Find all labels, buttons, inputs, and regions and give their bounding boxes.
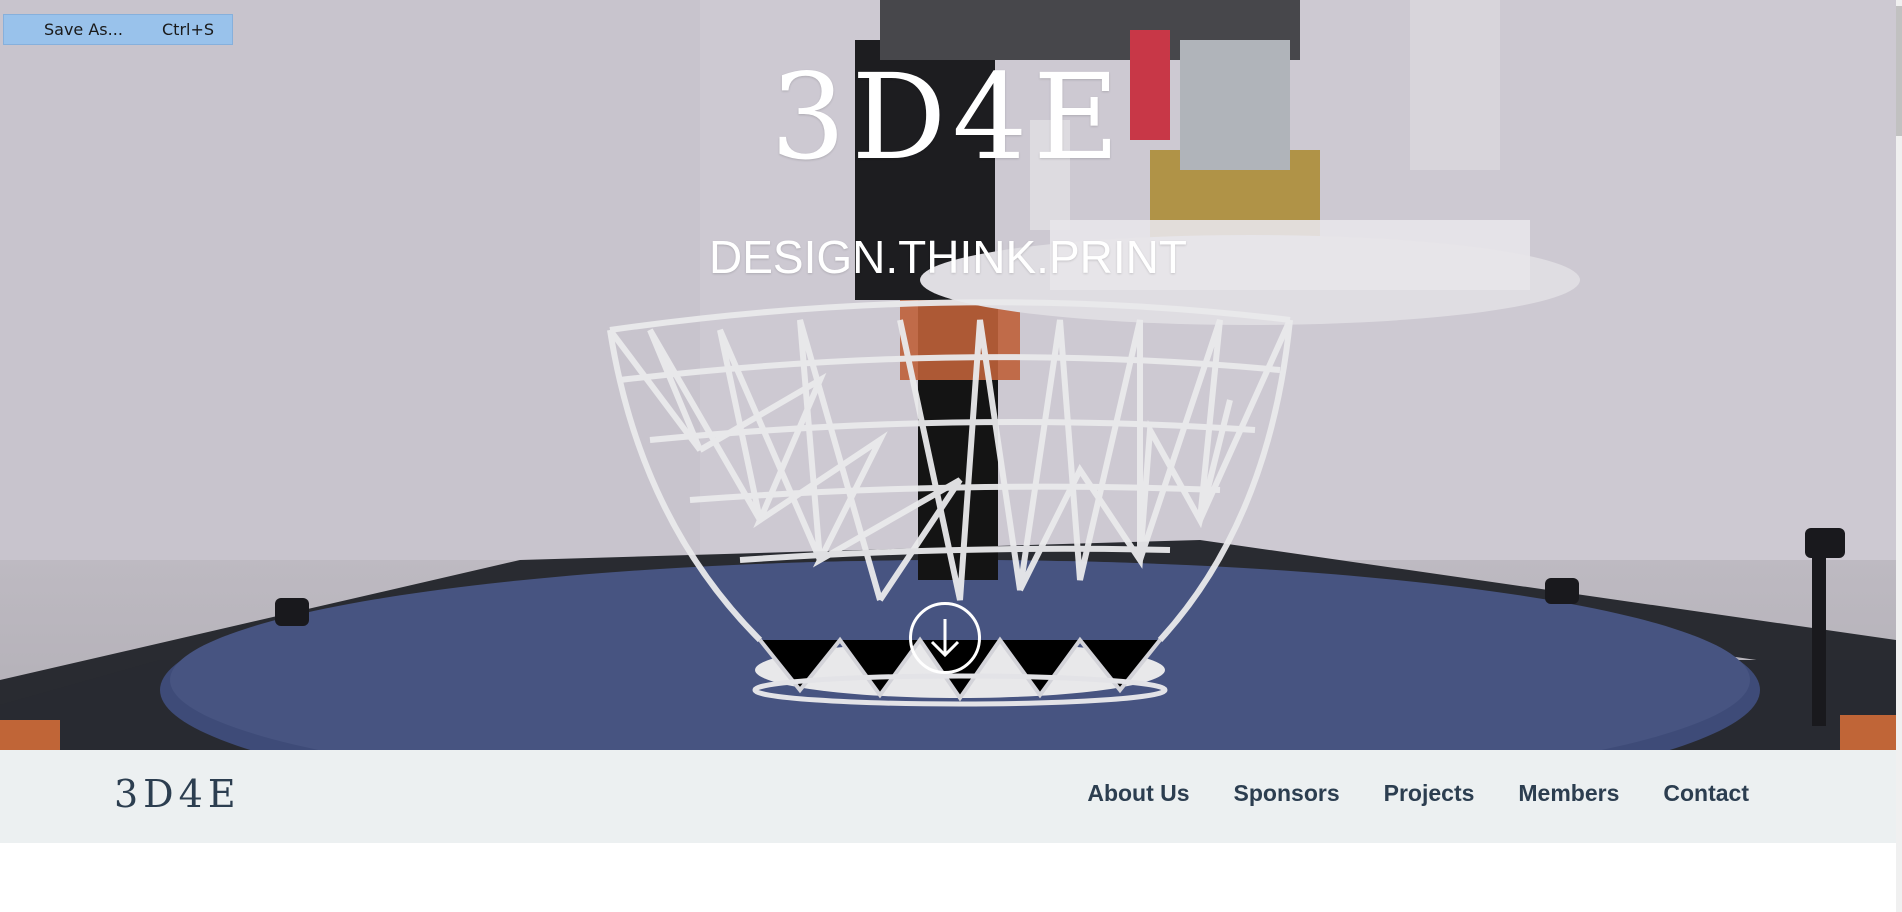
context-menu-shortcut: Ctrl+S [162,20,215,39]
nav-link-members[interactable]: Members [1518,780,1619,807]
nav-links: About Us Sponsors Projects Members Conta… [1043,780,1749,807]
hero-tagline: DESIGN.THINK.PRINT [709,231,1187,283]
scroll-down-button[interactable] [909,602,981,674]
nav-link-about-us[interactable]: About Us [1087,780,1189,807]
navbar: 3D4E About Us Sponsors Projects Members … [0,750,1896,843]
context-menu-label: Save As... [44,20,123,39]
nav-link-contact[interactable]: Contact [1663,780,1749,807]
page-content-area [0,843,1896,912]
page: 3D4E DESIGN.THINK.PRINT Save As... Ctrl+… [0,0,1902,912]
nav-link-projects[interactable]: Projects [1384,780,1475,807]
arrow-down-circle-icon [930,619,960,658]
scrollbar-thumb[interactable] [1896,6,1902,136]
context-menu-item-save-as[interactable]: Save As... Ctrl+S [3,14,233,45]
nav-link-sponsors[interactable]: Sponsors [1234,780,1340,807]
hero-section: 3D4E DESIGN.THINK.PRINT [0,0,1896,750]
brand-logo-link[interactable]: 3D4E [114,772,241,816]
hero-title: 3D4E [770,48,1126,186]
vertical-scrollbar[interactable] [1896,0,1902,912]
